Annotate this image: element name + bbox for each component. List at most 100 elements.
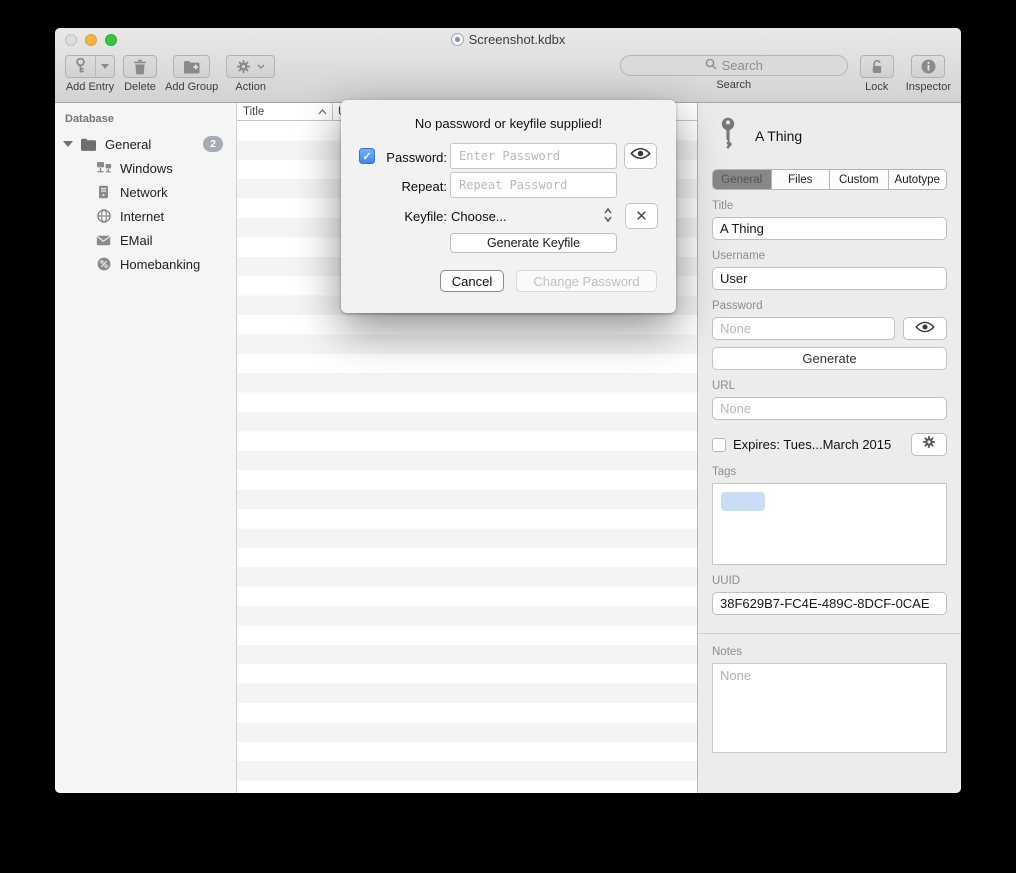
workgroup-icon	[95, 161, 112, 175]
sidebar-header: Database	[55, 109, 236, 132]
inspector-panel: A Thing General Files Custom Autotype Ti…	[697, 103, 961, 793]
titlebar: Screenshot.kdbx	[55, 32, 961, 47]
tab-autotype[interactable]: Autotype	[889, 170, 947, 189]
chevron-down-icon	[257, 64, 265, 69]
document-icon	[451, 33, 464, 46]
title-field[interactable]	[712, 217, 947, 240]
search-label: Search	[716, 79, 751, 91]
column-header-title[interactable]: Title	[237, 103, 333, 120]
uuid-field[interactable]	[712, 592, 947, 615]
eye-icon	[915, 320, 935, 338]
dialog-reveal-password-button[interactable]	[624, 143, 657, 169]
disclosure-triangle-icon[interactable]	[63, 141, 73, 147]
reveal-password-button[interactable]	[903, 317, 947, 340]
sidebar-item-windows[interactable]: Windows	[55, 156, 236, 180]
tag-token[interactable]	[721, 492, 765, 511]
sidebar-item-label: Windows	[120, 161, 173, 176]
lock-label: Lock	[865, 81, 888, 93]
key-plus-icon	[66, 56, 96, 77]
generate-password-button[interactable]: Generate	[712, 347, 947, 370]
username-field[interactable]	[712, 267, 947, 290]
popup-stepper-icon[interactable]	[603, 206, 613, 229]
gear-icon	[236, 59, 251, 74]
password-field[interactable]	[712, 317, 895, 340]
expires-options-button[interactable]	[911, 433, 947, 456]
notes-field[interactable]	[712, 663, 947, 753]
entry-title: A Thing	[755, 128, 802, 144]
add-entry-dropdown[interactable]	[96, 56, 114, 77]
password-label: Password	[712, 300, 947, 312]
window-title: Screenshot.kdbx	[469, 32, 566, 47]
dialog-password-label: Password:	[341, 150, 447, 165]
enter-password-field[interactable]	[450, 143, 617, 169]
app-window: Screenshot.kdbx Add Entry	[55, 28, 961, 793]
tags-field[interactable]	[712, 483, 947, 565]
search-placeholder: Search	[722, 58, 763, 73]
folder-icon	[80, 138, 97, 151]
key-icon	[718, 117, 738, 155]
action-button[interactable]	[226, 55, 275, 78]
envelope-icon	[95, 235, 112, 246]
keyfile-popup[interactable]: Choose...	[451, 209, 507, 224]
username-label: Username	[712, 250, 947, 262]
dialog-repeat-label: Repeat:	[341, 179, 447, 194]
inspector-label: Inspector	[906, 81, 951, 93]
delete-button[interactable]	[123, 55, 157, 78]
server-icon	[95, 185, 112, 199]
generate-keyfile-button[interactable]: Generate Keyfile	[450, 233, 617, 253]
add-entry-label: Add Entry	[66, 81, 114, 93]
search-input[interactable]: Search	[620, 55, 848, 76]
sidebar-item-label: General	[105, 137, 151, 152]
delete-label: Delete	[124, 81, 156, 93]
window-header: Screenshot.kdbx Add Entry	[55, 28, 961, 103]
change-password-button[interactable]: Change Password	[516, 270, 657, 292]
percent-icon	[95, 257, 112, 271]
dialog-keyfile-label: Keyfile:	[341, 209, 447, 224]
dialog-message: No password or keyfile supplied!	[341, 116, 676, 131]
eye-icon	[630, 147, 651, 165]
sort-ascending-icon	[318, 106, 327, 118]
sidebar-item-label: Network	[120, 185, 168, 200]
trash-icon	[133, 59, 147, 75]
action-label: Action	[235, 81, 266, 93]
url-field[interactable]	[712, 397, 947, 420]
tab-files[interactable]: Files	[772, 170, 831, 189]
folder-plus-icon	[183, 60, 200, 74]
tags-label: Tags	[712, 466, 947, 478]
tab-custom[interactable]: Custom	[830, 170, 889, 189]
title-label: Title	[712, 200, 947, 212]
sidebar-item-network[interactable]: Network	[55, 180, 236, 204]
add-group-label: Add Group	[165, 81, 218, 93]
inspector-tabs: General Files Custom Autotype	[712, 169, 947, 190]
tab-general[interactable]: General	[713, 170, 772, 189]
repeat-password-field[interactable]	[450, 172, 617, 198]
search-icon	[705, 58, 717, 73]
toolbar: Add Entry Delete A	[55, 50, 961, 102]
unlock-icon	[870, 59, 884, 75]
add-group-button[interactable]	[173, 55, 210, 78]
inspector-button[interactable]	[911, 55, 945, 78]
sidebar-item-label: Internet	[120, 209, 164, 224]
globe-icon	[95, 209, 112, 223]
cancel-button[interactable]: Cancel	[440, 270, 504, 292]
change-password-dialog: No password or keyfile supplied! Passwor…	[341, 100, 676, 313]
notes-label: Notes	[712, 646, 947, 658]
lock-button[interactable]	[860, 55, 894, 78]
sidebar-item-homebanking[interactable]: Homebanking	[55, 252, 236, 276]
close-icon: ✕	[635, 209, 648, 224]
entry-count-badge: 2	[203, 136, 223, 152]
sidebar-item-email[interactable]: EMail	[55, 228, 236, 252]
sidebar: Database General 2 Windows Network	[55, 103, 237, 793]
add-entry-button[interactable]	[65, 55, 115, 78]
uuid-label: UUID	[712, 575, 947, 587]
sidebar-item-internet[interactable]: Internet	[55, 204, 236, 228]
info-icon	[921, 59, 936, 74]
url-label: URL	[712, 380, 947, 392]
clear-keyfile-button[interactable]: ✕	[625, 203, 658, 229]
sidebar-item-label: EMail	[120, 233, 153, 248]
sidebar-item-general[interactable]: General 2	[55, 132, 236, 156]
sidebar-item-label: Homebanking	[120, 257, 200, 272]
notes-section: Notes	[698, 633, 961, 758]
expires-checkbox[interactable]	[712, 438, 726, 452]
gear-icon	[922, 435, 936, 454]
